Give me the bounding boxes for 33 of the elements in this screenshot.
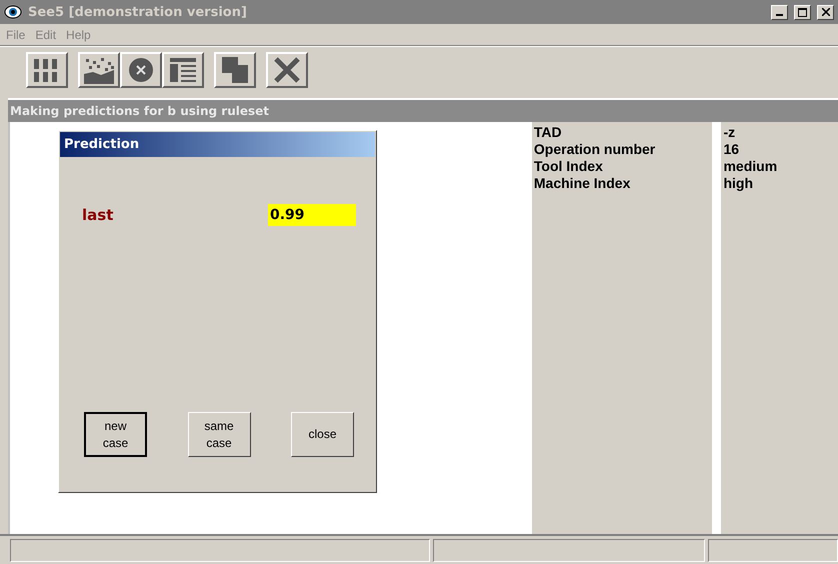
attribute-name: Operation number — [534, 141, 656, 158]
toolbar-button[interactable] — [120, 52, 162, 88]
window-title: See5 [demonstration version] — [28, 4, 247, 20]
dialog-button[interactable]: same case — [188, 412, 250, 457]
cancel-icon — [128, 56, 154, 82]
dialog-button[interactable]: new case — [84, 412, 147, 457]
list-icon — [168, 56, 198, 84]
confidence-value: 0.99 — [268, 204, 356, 226]
attribute-name: Machine Index — [534, 175, 632, 192]
attribute-name: Tool Index — [534, 158, 604, 175]
child-window-title: Making predictions for b using ruleset — [10, 104, 270, 118]
dialog-title: Prediction — [64, 137, 140, 152]
copy-icon — [220, 54, 250, 84]
maximize-button[interactable] — [794, 4, 811, 20]
attribute-value: medium — [723, 158, 778, 175]
minimize-button[interactable] — [771, 4, 788, 20]
toolbar-button[interactable] — [78, 52, 120, 88]
close-button[interactable] — [817, 4, 834, 20]
toolbar-button[interactable] — [266, 52, 308, 88]
class-label: last — [82, 206, 114, 224]
attribute-value: high — [723, 175, 754, 192]
attribute-value: -z — [723, 124, 736, 141]
attribute-value: 16 — [723, 141, 740, 158]
attribute-name: TAD — [534, 124, 563, 141]
scatter-icon — [83, 56, 115, 84]
close-icon — [273, 56, 301, 84]
toolbar-button[interactable] — [214, 52, 256, 88]
toolbar-button[interactable] — [26, 52, 68, 88]
toolbar-button[interactable] — [162, 52, 204, 88]
eye-icon — [4, 4, 22, 20]
maximize-icon — [798, 8, 807, 16]
dialog-button[interactable]: close — [291, 412, 354, 457]
close-icon — [822, 8, 830, 16]
